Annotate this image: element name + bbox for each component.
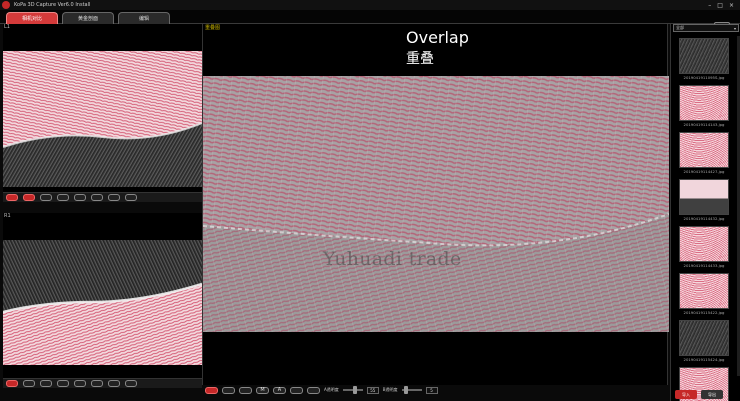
thumbnail-caption: 20190419114427.jpg — [683, 169, 725, 174]
title-bar: KoPa 3D Capture Ver6.0 Install – □ × — [0, 0, 740, 10]
thumbnail-item[interactable]: 20190419114143.jpg — [679, 83, 729, 130]
panel-bottom-label: R1 — [4, 213, 11, 219]
bottom-image-button[interactable] — [57, 380, 69, 387]
left-bottom-panel: R1 — [3, 213, 202, 388]
bottom-open-button[interactable] — [40, 380, 52, 387]
thumbnail-gallery: 全部 ▾ 2019041911095S.jpg 20190419114143.jp… — [670, 24, 740, 401]
import-button[interactable]: 导入 — [675, 390, 697, 399]
overlap-title-zh: 重叠 — [406, 51, 434, 67]
top-capture-button[interactable] — [6, 194, 18, 201]
opacity-a-label: A透明度 — [324, 387, 339, 392]
tab-bar: 相机对比 黄金剖面 编辑 — [0, 10, 740, 31]
top-record-button[interactable] — [23, 194, 35, 201]
bottom-panel-toolbar — [3, 378, 202, 388]
thumbnail-caption: 20190419114433.jpg — [683, 263, 725, 268]
thumbnail-image[interactable] — [679, 85, 729, 121]
opacity-a-knob[interactable] — [352, 386, 357, 394]
top-camera-button[interactable] — [74, 194, 86, 201]
gallery-actions: 导入 导出 — [671, 388, 740, 401]
overlap-title-en: Overlap — [406, 28, 469, 47]
export-button[interactable]: 导出 — [701, 390, 723, 399]
thumbnail-item[interactable]: 20190419114427.jpg — [679, 130, 729, 177]
top-panel-toolbar — [3, 192, 202, 202]
overlap-mode-a-button[interactable]: A — [273, 386, 286, 394]
top-fingerprint-svg — [3, 51, 202, 187]
thumbnail-caption: 20190419114432.jpg — [683, 216, 725, 221]
window-title: KoPa 3D Capture Ver6.0 Install — [14, 2, 91, 8]
bottom-settings-button[interactable] — [91, 380, 103, 387]
top-settings-button[interactable] — [91, 194, 103, 201]
overlap-capture-button[interactable] — [205, 386, 218, 394]
bottom-play-button[interactable] — [108, 380, 120, 387]
maximize-button[interactable]: □ — [717, 2, 723, 9]
opacity-a-slider[interactable] — [342, 386, 363, 394]
thumbnail-image[interactable] — [679, 226, 729, 262]
thumbnail-caption: 20190419114143.jpg — [683, 122, 725, 127]
overlap-save-button[interactable] — [307, 386, 320, 394]
panel-top-label: L1 — [4, 24, 10, 30]
thumbnail-item[interactable]: 20190419115424.jpg — [679, 318, 729, 365]
watermark-text: Yuhuadi trade — [323, 248, 462, 270]
thumbnail-image[interactable] — [679, 38, 729, 74]
thumbnail-caption: 2019041911095S.jpg — [683, 75, 725, 80]
app-window: KoPa 3D Capture Ver6.0 Install – □ × 相机对… — [0, 0, 740, 401]
opacity-a-value[interactable]: 55 — [366, 386, 379, 394]
chevron-down-icon: ▾ — [733, 25, 736, 31]
overlap-view-label: 重叠图 — [205, 25, 221, 31]
top-image-button[interactable] — [57, 194, 69, 201]
thumbnail-image[interactable] — [679, 132, 729, 168]
top-camera-image — [3, 51, 202, 187]
overlap-image: Yuhuadi trade — [203, 76, 669, 332]
thumbnail-caption: 20190419115424.jpg — [683, 357, 725, 362]
thumbnail-image[interactable] — [679, 179, 729, 215]
bottom-fingerprint-svg — [3, 240, 202, 365]
bottom-camera-button[interactable] — [74, 380, 86, 387]
overlap-copy-button[interactable] — [290, 386, 303, 394]
bottom-zoom-button[interactable] — [125, 380, 137, 387]
overlap-mode-m-button[interactable]: M — [256, 386, 269, 394]
app-logo-icon — [2, 1, 10, 9]
thumbnail-item[interactable]: 20190419114433.jpg — [679, 224, 729, 271]
opacity-b-value[interactable]: 5 — [425, 386, 438, 394]
overlap-open-button[interactable] — [222, 386, 235, 394]
left-top-panel: L1 — [3, 24, 202, 202]
overlap-fingerprint-svg — [203, 76, 669, 332]
bottom-capture-button[interactable] — [6, 380, 18, 387]
thumbnail-list: 2019041911095S.jpg 20190419114143.jpg 2019… — [679, 36, 729, 401]
top-zoom-button[interactable] — [125, 194, 137, 201]
bottom-record-button[interactable] — [23, 380, 35, 387]
close-button[interactable]: × — [729, 2, 734, 9]
tab-camera-compare[interactable]: 相机对比 — [6, 12, 58, 24]
top-play-button[interactable] — [108, 194, 120, 201]
top-open-button[interactable] — [40, 194, 52, 201]
opacity-b-slider[interactable] — [401, 386, 422, 394]
tab-edit[interactable]: 编辑 — [118, 12, 170, 24]
minimize-button[interactable]: – — [708, 2, 711, 9]
thumbnail-item[interactable]: 20190419115422.jpg — [679, 271, 729, 318]
thumbnail-image[interactable] — [679, 273, 729, 309]
gallery-filter-select[interactable]: 全部 ▾ — [673, 24, 739, 32]
thumbnail-image[interactable] — [679, 320, 729, 356]
thumbnail-caption: 20190419115422.jpg — [683, 310, 725, 315]
opacity-b-knob[interactable] — [403, 386, 408, 394]
thumbnail-item[interactable]: 20190419114432.jpg — [679, 177, 729, 224]
overlap-toolbar: M A A透明度 55 B透明度 5 — [203, 383, 669, 397]
opacity-b-label: B透明度 — [382, 387, 398, 392]
tab-gold-profile[interactable]: 黄金剖面 — [62, 12, 114, 24]
overlap-image-button[interactable] — [239, 386, 252, 394]
thumbnail-item[interactable]: 2019041911095S.jpg — [679, 36, 729, 83]
window-controls: – □ × — [708, 2, 734, 9]
gallery-filter-value: 全部 — [676, 25, 684, 30]
overlap-view: 重叠图 Overlap 重叠 Yuhuadi trade M A A透明度 55… — [202, 24, 669, 394]
bottom-camera-image — [3, 240, 202, 365]
